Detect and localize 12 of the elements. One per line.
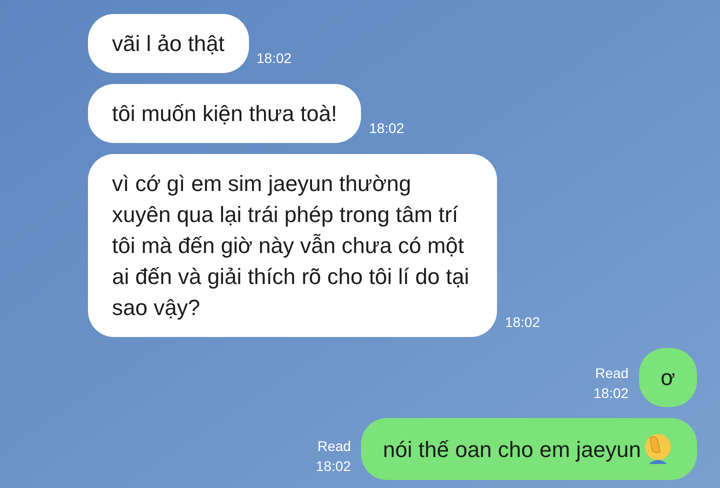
message-text: nói thế oan cho em jaeyun <box>382 436 641 464</box>
message-time: 18:02 <box>594 384 629 403</box>
message-bubble: vãi l ảo thật <box>88 14 249 73</box>
read-status: Read <box>317 437 351 456</box>
message-time: 18:02 <box>504 313 540 332</box>
message-time: 18:02 <box>316 457 351 476</box>
message-bubble: vì cớ gì em sim jaeyun thường xuyên qua lại trái phép trong tâm trí tôi mà đến giờ này vẫn chưa có một ai đến và giải thích rõ cho tôi lí do tại sao vậy? <box>88 154 497 337</box>
message-time: 18:02 <box>369 119 404 138</box>
message-bubble: tôi muốn kiện thưa toà! <box>88 84 362 143</box>
message-time: 18:02 <box>256 49 292 68</box>
message-text: ơ <box>660 364 675 392</box>
read-status: Read <box>595 364 629 383</box>
